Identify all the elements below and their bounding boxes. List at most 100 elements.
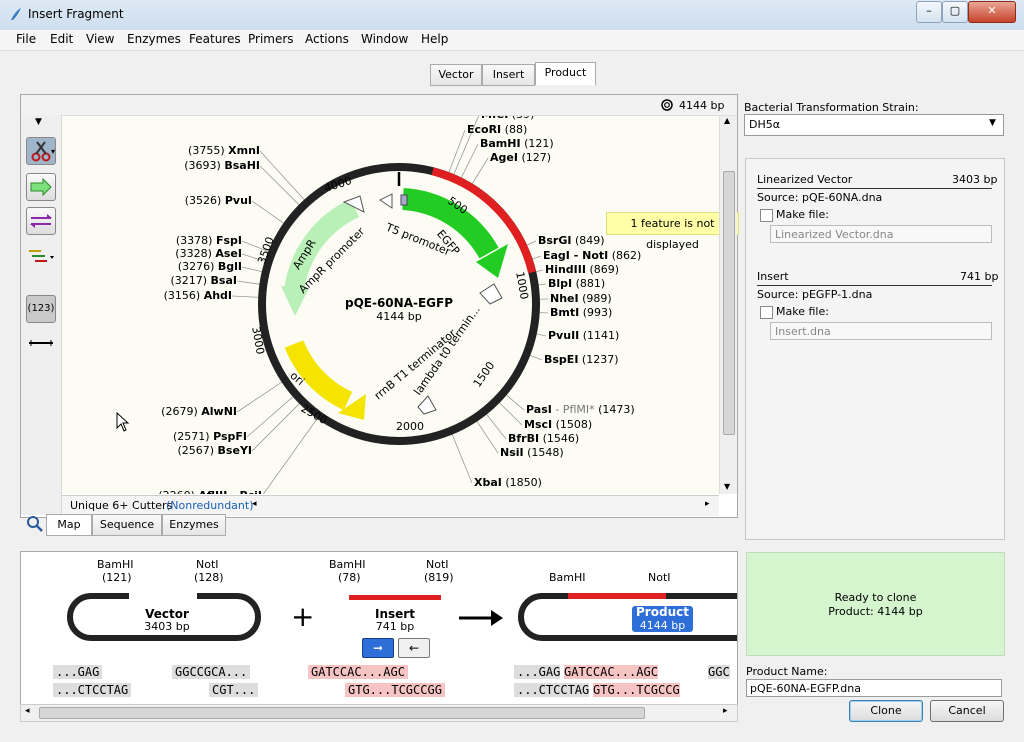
enzyme-leader-line xyxy=(461,143,479,178)
clone-button[interactable]: Clone xyxy=(849,700,923,722)
primer-tool-button[interactable] xyxy=(26,207,56,235)
enzyme-name: EagI - NotI xyxy=(543,249,609,262)
menu-primers[interactable]: Primers xyxy=(248,32,294,46)
enzyme-site-left-8[interactable]: (2679) AlwNI xyxy=(161,405,237,418)
insert-make-file-checkbox[interactable] xyxy=(760,306,773,319)
enzyme-pos: (869) xyxy=(585,263,620,276)
maximize-button[interactable]: ▢ xyxy=(942,1,968,23)
vertical-scroll-thumb[interactable] xyxy=(723,171,735,435)
reverse-orientation-button[interactable]: ← xyxy=(398,638,430,658)
enzyme-site-right-13[interactable]: MscI (1508) xyxy=(524,418,592,431)
tab-enzymes[interactable]: Enzymes xyxy=(162,514,226,536)
enzyme-site-right-3[interactable]: AgeI (127) xyxy=(490,151,551,164)
minimize-button[interactable]: – xyxy=(916,1,942,23)
collapse-icon[interactable]: ▼ xyxy=(35,117,42,127)
rrnb-terminator-shape[interactable] xyxy=(417,395,437,415)
enzyme-pos: (88) xyxy=(501,123,528,136)
cutters-mode-link[interactable]: (Nonredundant) xyxy=(166,499,254,512)
strip-horizontal-scrollbar[interactable]: ◂ ▸ xyxy=(20,704,738,722)
menu-actions[interactable]: Actions xyxy=(305,32,349,46)
tab-vector[interactable]: Vector xyxy=(430,64,482,86)
strain-select[interactable]: DH5α ▼ xyxy=(744,114,1004,136)
strain-label: Bacterial Transformation Strain: xyxy=(744,101,919,114)
enzyme-site-left-10[interactable]: (2567) BseYI xyxy=(177,444,252,457)
enzyme-site-right-5[interactable]: EagI - NotI (862) xyxy=(543,249,641,262)
product-name-input[interactable]: pQE-60NA-EGFP.dna xyxy=(746,679,1002,697)
strip-scroll-left-icon[interactable]: ◂ xyxy=(25,706,30,716)
enzyme-site-right-15[interactable]: NsiI (1548) xyxy=(500,446,564,459)
vector-filename-input[interactable]: Linearized Vector.dna xyxy=(770,225,992,243)
enzyme-pos: (1546) xyxy=(539,432,580,445)
close-button[interactable]: ✕ xyxy=(968,1,1016,23)
insert-filename-input[interactable]: Insert.dna xyxy=(770,322,992,340)
zoom-icon[interactable] xyxy=(26,515,44,533)
enzyme-site-left-5[interactable]: (3276) BglI xyxy=(178,260,242,273)
cancel-button[interactable]: Cancel xyxy=(930,700,1004,722)
cutters-label[interactable]: Unique 6+ Cutters xyxy=(70,499,172,512)
scroll-up-icon[interactable]: ▲ xyxy=(724,116,730,125)
ruler-icon[interactable] xyxy=(27,337,55,349)
strip-scroll-right-icon[interactable]: ▸ xyxy=(723,706,728,716)
enzyme-site-right-12[interactable]: PasI - PflMI* (1473) xyxy=(526,403,635,416)
enzyme-site-left-4[interactable]: (3328) AseI xyxy=(175,247,242,260)
enzyme-site-right-14[interactable]: BfrBI (1546) xyxy=(508,432,579,445)
enzyme-site-right-1[interactable]: EcoRI (88) xyxy=(467,123,527,136)
enzyme-pos: (989) xyxy=(578,292,612,305)
tab-map[interactable]: Map xyxy=(46,514,92,536)
scroll-left-icon[interactable]: ◂ xyxy=(252,499,257,509)
enzyme-site-right-2[interactable]: BamHI (121) xyxy=(480,137,554,150)
enzyme-site-right-4[interactable]: BsrGI (849) xyxy=(538,234,605,247)
product-name-label: Product Name: xyxy=(746,665,828,678)
menu-edit[interactable]: Edit xyxy=(50,32,73,46)
ori-feature[interactable] xyxy=(284,340,353,411)
enzyme-site-right-7[interactable]: BlpI (881) xyxy=(548,277,605,290)
insert-make-file-label: Make file: xyxy=(776,305,829,318)
scroll-down-icon[interactable]: ▼ xyxy=(724,482,730,491)
menu-file[interactable]: File xyxy=(16,32,36,46)
tab-product[interactable]: Product xyxy=(535,62,596,85)
forward-orientation-button[interactable]: ➞ xyxy=(362,638,394,658)
enzyme-site-right-9[interactable]: BmtI (993) xyxy=(550,306,612,319)
chevron-down-icon: ▼ xyxy=(989,118,996,128)
menu-view[interactable]: View xyxy=(86,32,114,46)
enzyme-site-right-11[interactable]: BspEI (1237) xyxy=(544,353,619,366)
plasmid-map-canvas[interactable]: pQE-60NA-EGFP 4144 bp 4000 500 1000 1500… xyxy=(62,116,719,494)
enzyme-site-left-9[interactable]: (2571) PspFI xyxy=(173,430,247,443)
enzyme-pos: (1548) xyxy=(523,446,564,459)
vector-make-file-checkbox[interactable] xyxy=(760,209,773,222)
strip-scroll-thumb[interactable] xyxy=(39,707,645,719)
enzyme-site-left-7[interactable]: (3156) AhdI xyxy=(164,289,232,302)
enzyme-name: MscI xyxy=(524,418,553,431)
enzyme-list-icon[interactable] xyxy=(27,247,57,269)
tab-insert[interactable]: Insert xyxy=(482,64,535,86)
enzyme-pos: (3693) xyxy=(184,159,225,172)
enzyme-name: BfrBI xyxy=(508,432,540,445)
t5-promoter-arrow[interactable] xyxy=(379,193,393,209)
menu-enzymes[interactable]: Enzymes xyxy=(127,32,181,46)
enzyme-count-button[interactable]: (123) xyxy=(26,295,56,323)
enzyme-site-left-1[interactable]: (3693) BsaHI xyxy=(184,159,260,172)
enzyme-site-right-16[interactable]: XbaI (1850) xyxy=(474,476,542,489)
enzyme-site-left-11[interactable]: (2260) AflIII - PciI xyxy=(158,489,262,494)
enzyme-site-right-8[interactable]: NheI (989) xyxy=(550,292,612,305)
scissors-dropdown-icon[interactable]: ▾ xyxy=(51,147,55,156)
menu-help[interactable]: Help xyxy=(421,32,448,46)
enzyme-site-right-10[interactable]: PvuII (1141) xyxy=(548,329,619,342)
feature-tool-button[interactable] xyxy=(26,173,56,201)
enzyme-site-left-2[interactable]: (3526) PvuI xyxy=(185,194,252,207)
enzyme-site-left-6[interactable]: (3217) BsaI xyxy=(170,274,237,287)
tab-sequence[interactable]: Sequence xyxy=(92,514,162,536)
enzyme-name: BspEI xyxy=(544,353,579,366)
insert-seq-top: GATCCAC...AGC xyxy=(308,665,408,679)
menu-window[interactable]: Window xyxy=(361,32,408,46)
enzyme-site-right-6[interactable]: HindIII (869) xyxy=(545,263,619,276)
enzyme-pos: (3328) xyxy=(175,247,216,260)
enzyme-site-left-0[interactable]: (3755) XmnI xyxy=(188,144,260,157)
enzyme-site-right-0[interactable]: MfeI (39) xyxy=(481,116,534,121)
scroll-right-icon[interactable]: ▸ xyxy=(705,499,710,509)
menu-features[interactable]: Features xyxy=(189,32,241,46)
lambda-terminator-shape[interactable] xyxy=(479,283,503,305)
map-vertical-scrollbar[interactable]: ▲ ▼ xyxy=(719,116,737,494)
enzyme-site-left-3[interactable]: (3378) FspI xyxy=(176,234,242,247)
insert-site1-pos: (78) xyxy=(338,571,361,584)
